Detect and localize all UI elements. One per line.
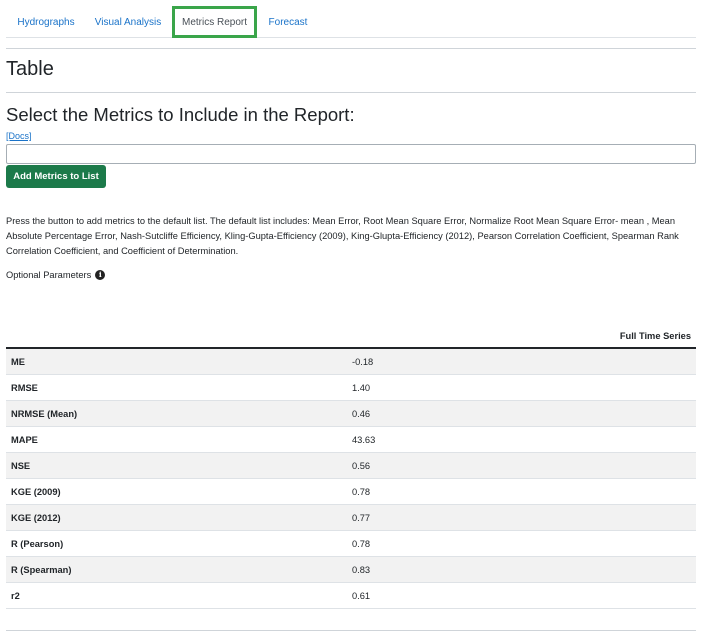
metric-name: KGE (2009): [11, 487, 61, 497]
divider: [6, 630, 696, 631]
table-body: ME -0.18 RMSE 1.40 NRMSE (Mean) 0.46 MAPE 43.63…: [6, 349, 696, 609]
table-header: Full Time Series: [6, 325, 696, 349]
metric-value: 43.63: [352, 435, 376, 445]
tab-hydrographs[interactable]: Hydrographs: [6, 6, 86, 38]
table-row: KGE (2009) 0.78: [6, 479, 696, 505]
table-row: r2 0.61: [6, 583, 696, 609]
metric-name: NSE: [11, 461, 31, 471]
tab-visual-analysis[interactable]: Visual Analysis: [88, 6, 168, 38]
table-row: R (Spearman) 0.83: [6, 557, 696, 583]
tab-forecast[interactable]: Forecast: [260, 6, 316, 38]
divider: [6, 92, 696, 93]
metric-value: 1.40: [352, 383, 371, 393]
metric-name: ME: [11, 357, 25, 367]
metric-name: RMSE: [11, 383, 38, 393]
metric-value: 0.83: [352, 565, 371, 575]
metric-value: -0.18: [352, 357, 374, 367]
metric-name: MAPE: [11, 435, 38, 445]
table-row: MAPE 43.63: [6, 427, 696, 453]
add-metrics-button[interactable]: Add Metrics to List: [6, 165, 106, 188]
divider: [6, 48, 696, 49]
metric-name: r2: [11, 591, 20, 601]
table-row: NRMSE (Mean) 0.46: [6, 401, 696, 427]
metrics-table: Full Time Series ME -0.18 RMSE 1.40 NRMSE (M…: [6, 325, 696, 609]
table-row: KGE (2012) 0.77: [6, 505, 696, 531]
metric-name: R (Spearman): [11, 565, 72, 575]
table-row: R (Pearson) 0.78: [6, 531, 696, 557]
metric-name: R (Pearson): [11, 539, 64, 549]
metric-value: 0.46: [352, 409, 371, 419]
metrics-select-input[interactable]: [6, 144, 696, 164]
info-circle-icon[interactable]: i: [95, 270, 106, 280]
default-list-description: Press the button to add metrics to the d…: [6, 216, 679, 256]
metric-value: 0.61: [352, 591, 371, 601]
metric-value: 0.77: [352, 513, 371, 523]
page-title: Table: [6, 58, 54, 80]
docs-link[interactable]: [Docs]: [6, 131, 32, 141]
table-row: ME -0.18: [6, 349, 696, 375]
tab-metrics-report[interactable]: Metrics Report: [172, 6, 257, 38]
column-header-full-time-series: Full Time Series: [619, 331, 691, 341]
tab-bar: Hydrographs Visual Analysis Metrics Repo…: [6, 6, 696, 38]
section-title: Select the Metrics to Include in the Rep…: [6, 104, 355, 125]
metric-value: 0.78: [352, 487, 371, 497]
optional-parameters-label: Optional Parameters: [6, 270, 92, 280]
metric-value: 0.78: [352, 539, 371, 549]
metric-value: 0.56: [352, 461, 371, 471]
table-row: RMSE 1.40: [6, 375, 696, 401]
metric-name: NRMSE (Mean): [11, 409, 78, 419]
metric-name: KGE (2012): [11, 513, 61, 523]
table-row: NSE 0.56: [6, 453, 696, 479]
optional-parameters[interactable]: Optional Parameters i: [6, 270, 106, 280]
